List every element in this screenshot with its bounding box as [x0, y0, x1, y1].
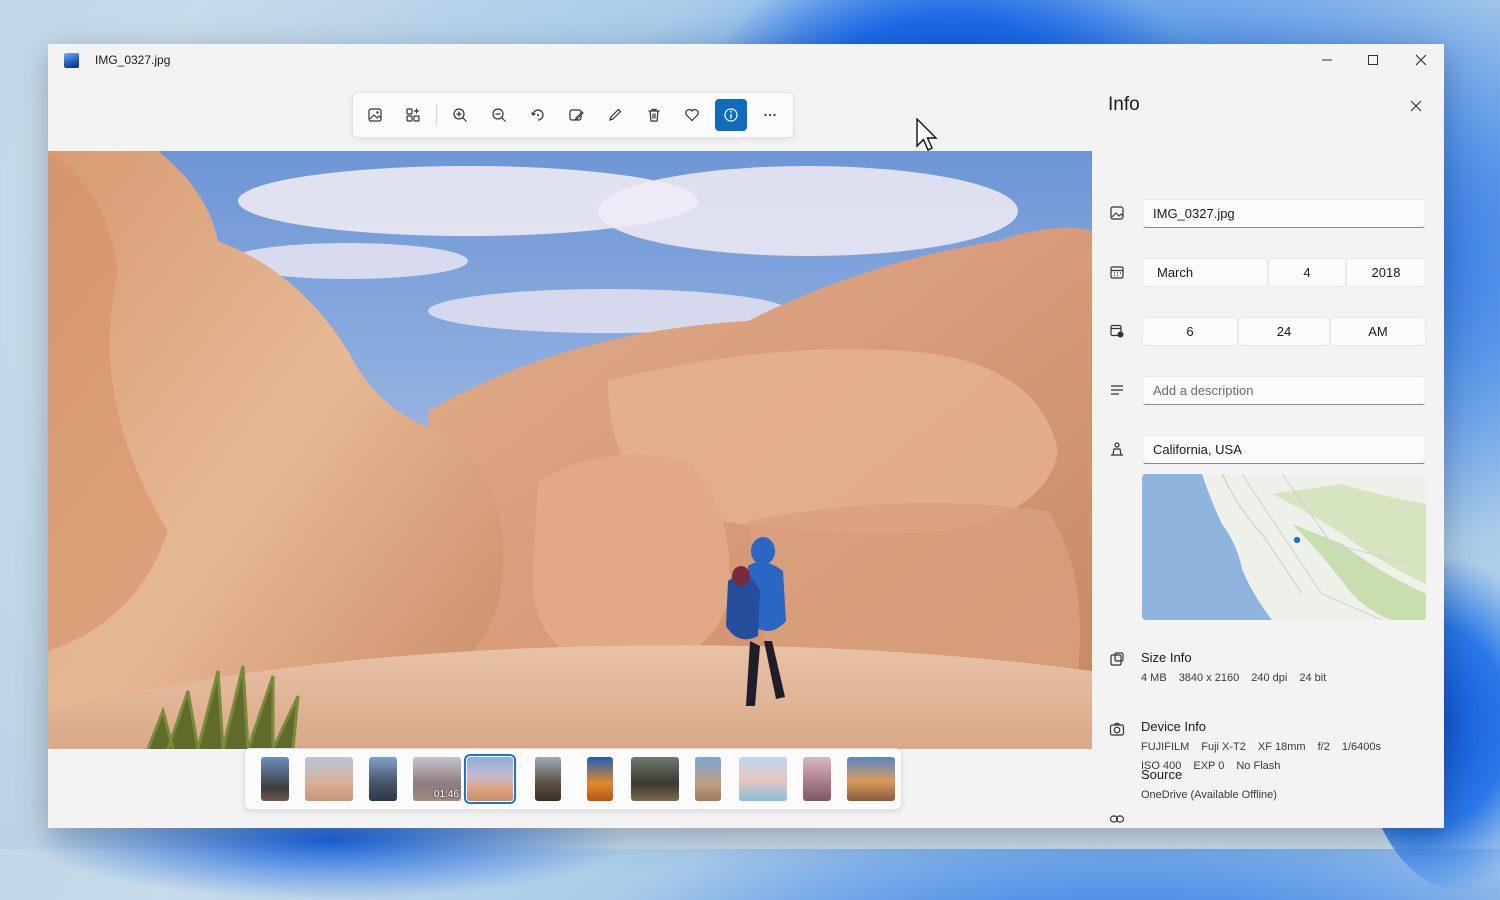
minimize-button[interactable] [1304, 44, 1350, 76]
location-map[interactable] [1142, 474, 1426, 620]
minute-picker[interactable]: 24 [1238, 317, 1330, 346]
thumbnail[interactable] [695, 757, 721, 801]
filmstrip: 01:46 [244, 748, 902, 810]
zoom-out-icon [492, 108, 506, 122]
edit-image-icon [569, 109, 584, 121]
close-icon [1410, 100, 1422, 112]
info-panel: Info IMG_0327.jpg March 4 2018 6 24 AM A… [1092, 76, 1444, 828]
main-photo[interactable] [48, 151, 1092, 749]
day-picker[interactable]: 4 [1268, 258, 1346, 287]
clock-calendar-icon [1108, 322, 1126, 340]
location-person-icon [1108, 440, 1126, 458]
size-info-icon [1108, 650, 1126, 668]
mouse-cursor-icon [916, 118, 938, 151]
see-all-photos-icon [368, 108, 382, 122]
thumbnail[interactable] [261, 757, 289, 801]
bit-depth: 24 bit [1299, 672, 1327, 684]
size-info-details: 4 MB 3840 x 2160 240 dpi 24 bit [1141, 672, 1338, 684]
link-icon [1108, 810, 1126, 828]
thumbnail-selected[interactable] [464, 754, 516, 804]
flash: No Flash [1236, 760, 1281, 772]
calendar-icon [1108, 263, 1126, 281]
draw-button[interactable] [599, 99, 631, 131]
view-collection-icon [406, 108, 420, 122]
year-picker[interactable]: 2018 [1346, 258, 1426, 287]
delete-button[interactable] [638, 99, 670, 131]
image-toolbar [352, 92, 794, 138]
aperture: f/2 [1317, 741, 1330, 753]
thumbnail[interactable] [535, 757, 561, 801]
lens: XF 18mm [1257, 741, 1306, 753]
dpi: 240 dpi [1251, 672, 1288, 684]
device-info-line1: FUJIFILM Fuji X-T2 XF 18mm f/2 1/6400s [1141, 741, 1393, 753]
image-file-icon [1108, 204, 1126, 222]
more-icon [764, 113, 776, 117]
draw-icon [609, 108, 622, 121]
zoom-in-button[interactable] [444, 99, 476, 131]
heart-icon [685, 109, 699, 122]
zoom-in-icon [453, 108, 467, 122]
thumbnail[interactable] [739, 757, 787, 801]
rotate-icon [530, 109, 544, 121]
photos-app-window: IMG_0327.jpg 01:46 Info IMG_0327.jpg Mar… [48, 44, 1444, 828]
close-info-button[interactable] [1406, 96, 1426, 116]
hour-picker[interactable]: 6 [1142, 317, 1238, 346]
thumbnail[interactable] [587, 757, 613, 801]
view-collection-button[interactable] [397, 99, 429, 131]
thumbnail[interactable] [803, 757, 831, 801]
size-info-title: Size Info [1141, 650, 1192, 665]
camera-icon [1108, 720, 1126, 738]
description-input[interactable]: Add a description [1142, 376, 1426, 405]
maximize-button[interactable] [1350, 44, 1396, 76]
info-icon [724, 108, 738, 122]
rotate-button[interactable] [522, 99, 554, 131]
thumbnail[interactable] [369, 757, 397, 801]
camera-model: Fuji X-T2 [1201, 741, 1246, 753]
thumbnail[interactable] [305, 757, 353, 801]
favorite-button[interactable] [676, 99, 708, 131]
california-map [1142, 474, 1426, 620]
photos-app-icon [64, 53, 79, 68]
description-icon [1108, 381, 1126, 399]
source-title: Source [1141, 767, 1183, 782]
period-picker[interactable]: AM [1330, 317, 1426, 346]
window-title: IMG_0327.jpg [95, 53, 171, 67]
dimensions: 3840 x 2160 [1178, 672, 1240, 684]
title-bar[interactable]: IMG_0327.jpg [48, 44, 1444, 76]
date-picker[interactable]: March 4 2018 [1142, 258, 1426, 287]
camera-make: FUJIFILM [1141, 741, 1190, 753]
source-value[interactable]: OneDrive (Available Offline) [1141, 789, 1277, 801]
toolbar-separator [436, 104, 437, 126]
maximize-icon [1368, 55, 1378, 65]
zoom-out-button[interactable] [483, 99, 515, 131]
info-button[interactable] [715, 99, 747, 131]
shutter-speed: 1/6400s [1341, 741, 1381, 753]
thumbnail[interactable] [847, 757, 895, 801]
time-picker[interactable]: 6 24 AM [1142, 317, 1426, 346]
close-window-button[interactable] [1398, 44, 1444, 76]
location-field[interactable]: California, USA [1142, 435, 1426, 464]
see-all-photos-button[interactable] [359, 99, 391, 131]
minimize-icon [1322, 59, 1332, 61]
map-pin-icon [1292, 535, 1302, 545]
more-options-button[interactable] [754, 99, 786, 131]
video-thumbnail[interactable]: 01:46 [413, 757, 461, 801]
edit-image-button[interactable] [560, 99, 592, 131]
exposure: EXP 0 [1193, 760, 1225, 772]
file-size: 4 MB [1141, 672, 1167, 684]
close-icon [1415, 54, 1427, 66]
device-info-title: Device Info [1141, 719, 1207, 734]
thumbnail[interactable] [631, 757, 679, 801]
month-picker[interactable]: March [1142, 258, 1268, 287]
filename-field[interactable]: IMG_0327.jpg [1142, 199, 1426, 228]
desert-rocks-photo [48, 151, 1092, 749]
video-duration: 01:46 [433, 789, 459, 800]
delete-icon [648, 108, 660, 122]
info-panel-title: Info [1108, 94, 1140, 115]
